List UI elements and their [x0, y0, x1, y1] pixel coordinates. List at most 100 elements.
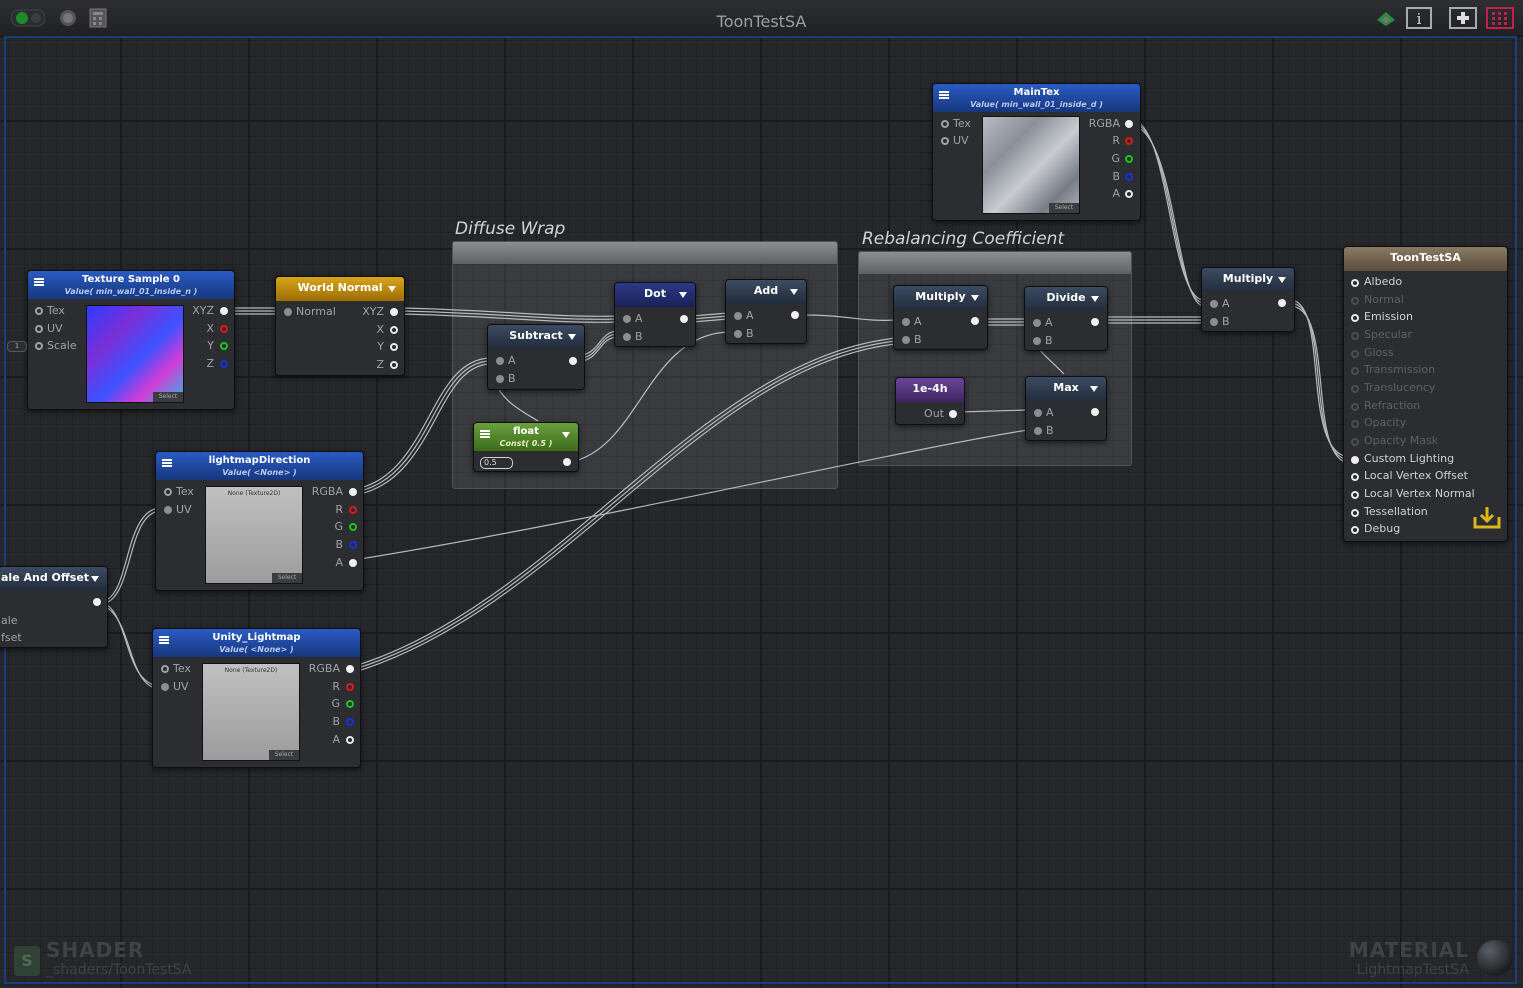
- output-port-dot[interactable]: [1125, 190, 1133, 198]
- node-header[interactable]: Add: [726, 280, 806, 304]
- output-port-dot[interactable]: [390, 361, 398, 369]
- node-const-1e-4h[interactable]: 1e-4h Out: [895, 377, 965, 425]
- node-header[interactable]: Max: [1026, 377, 1106, 401]
- node-header[interactable]: lightmapDirection Value( <None> ): [156, 452, 363, 480]
- input-port-dot[interactable]: [623, 333, 631, 341]
- node-max[interactable]: Max A B: [1025, 376, 1107, 441]
- node-header[interactable]: Unity_Lightmap Value( <None> ): [153, 629, 360, 657]
- node-dot[interactable]: Dot A B: [614, 282, 696, 347]
- output-port-dot[interactable]: [791, 311, 799, 319]
- input-port-dot[interactable]: [1034, 427, 1042, 435]
- input-port-dot[interactable]: [496, 375, 504, 383]
- input-port-dot[interactable]: [1351, 473, 1359, 481]
- node-header[interactable]: Divide: [1025, 287, 1107, 311]
- output-port-dot[interactable]: [220, 360, 228, 368]
- select-button[interactable]: Select: [269, 750, 299, 760]
- texture-thumbnail[interactable]: Select: [86, 305, 184, 403]
- output-port-dot[interactable]: [1278, 299, 1286, 307]
- input-port-dot[interactable]: [941, 137, 949, 145]
- node-header[interactable]: MainTex Value( min_wall_01_inside_d ): [933, 84, 1140, 112]
- output-port-dot[interactable]: [390, 308, 398, 316]
- input-port-dot[interactable]: [284, 308, 292, 316]
- input-port-dot[interactable]: [161, 683, 169, 691]
- input-port-dot[interactable]: [1351, 456, 1359, 464]
- input-port-dot[interactable]: [623, 315, 631, 323]
- share-icon[interactable]: [1374, 8, 1398, 28]
- download-icon[interactable]: [1473, 505, 1501, 529]
- input-port-dot[interactable]: [35, 307, 43, 315]
- input-port-dot[interactable]: [35, 325, 43, 333]
- node-header[interactable]: Multiply: [894, 286, 987, 310]
- select-button[interactable]: Select: [1049, 203, 1079, 213]
- input-port-dot[interactable]: [1033, 337, 1041, 345]
- output-port-dot[interactable]: [390, 326, 398, 334]
- input-port-dot[interactable]: [1351, 438, 1359, 446]
- node-header[interactable]: ale And Offset: [0, 567, 107, 591]
- input-port-dot[interactable]: [161, 665, 169, 673]
- output-port-dot[interactable]: [1091, 408, 1099, 416]
- input-port-dot[interactable]: [1351, 526, 1359, 534]
- output-port-dot[interactable]: [346, 718, 354, 726]
- input-port-dot[interactable]: [1351, 279, 1359, 287]
- output-port-dot[interactable]: [390, 343, 398, 351]
- output-port-dot[interactable]: [971, 317, 979, 325]
- node-multiply-final[interactable]: Multiply A B: [1201, 267, 1295, 332]
- output-port-dot[interactable]: [1125, 120, 1133, 128]
- grid-icon[interactable]: [1486, 7, 1514, 29]
- node-header[interactable]: Subtract: [488, 325, 584, 349]
- node-header[interactable]: 1e-4h: [896, 378, 964, 402]
- input-port-dot[interactable]: [734, 312, 742, 320]
- input-port-dot[interactable]: [1351, 350, 1359, 358]
- output-port-dot[interactable]: [220, 307, 228, 315]
- input-port-dot[interactable]: [902, 318, 910, 326]
- output-port-dot[interactable]: [1125, 155, 1133, 163]
- input-port-dot[interactable]: [496, 357, 504, 365]
- node-header[interactable]: Dot: [615, 283, 695, 307]
- input-port-dot[interactable]: [941, 120, 949, 128]
- node-scale-and-offset[interactable]: ale And Offset ale fset: [0, 566, 108, 648]
- input-port-dot[interactable]: [1351, 509, 1359, 517]
- scale-value-field[interactable]: 1: [7, 341, 27, 352]
- info-icon[interactable]: i: [1406, 7, 1432, 29]
- input-port-dot[interactable]: [1351, 297, 1359, 305]
- node-world-normal[interactable]: World Normal Normal XYZ X Y Z: [275, 276, 405, 376]
- node-header[interactable]: World Normal: [276, 277, 404, 301]
- input-port-dot[interactable]: [1351, 367, 1359, 375]
- output-port-dot[interactable]: [349, 488, 357, 496]
- output-port-dot[interactable]: [220, 342, 228, 350]
- material-preview-sphere-icon[interactable]: [1477, 940, 1513, 976]
- output-port-dot[interactable]: [349, 559, 357, 567]
- output-port-dot[interactable]: [680, 315, 688, 323]
- node-divide[interactable]: Divide A B: [1024, 286, 1108, 351]
- input-port-dot[interactable]: [1351, 385, 1359, 393]
- node-output-master[interactable]: ToonTestSA Albedo Normal Emission Specul…: [1343, 246, 1508, 542]
- node-maintex[interactable]: MainTex Value( min_wall_01_inside_d ) Tex…: [932, 83, 1141, 221]
- input-port-dot[interactable]: [902, 336, 910, 344]
- select-button[interactable]: Select: [272, 573, 302, 583]
- select-button[interactable]: Select: [153, 392, 183, 402]
- output-port-dot[interactable]: [346, 665, 354, 673]
- node-header[interactable]: ToonTestSA: [1344, 247, 1507, 271]
- output-port-dot[interactable]: [346, 736, 354, 744]
- node-float-const[interactable]: float Const( 0.5 ) 0.5: [473, 422, 579, 472]
- input-port-dot[interactable]: [1210, 300, 1218, 308]
- output-port-dot[interactable]: [349, 506, 357, 514]
- input-port-dot[interactable]: [1034, 409, 1042, 417]
- input-port-dot[interactable]: [35, 342, 43, 350]
- output-port-dot[interactable]: [349, 541, 357, 549]
- input-port-dot[interactable]: [1351, 420, 1359, 428]
- input-port-dot[interactable]: [1351, 332, 1359, 340]
- output-port-dot[interactable]: [1125, 173, 1133, 181]
- input-port-dot[interactable]: [1351, 314, 1359, 322]
- node-unity-lightmap[interactable]: Unity_Lightmap Value( <None> ) Tex UV Non…: [152, 628, 361, 768]
- float-value-field[interactable]: 0.5: [480, 457, 513, 469]
- node-texture-sample-0[interactable]: Texture Sample 0 Value( min_wall_01_insid…: [27, 270, 235, 410]
- input-port-dot[interactable]: [164, 488, 172, 496]
- add-node-icon[interactable]: [1449, 7, 1477, 29]
- output-port-dot[interactable]: [346, 683, 354, 691]
- input-port-dot[interactable]: [1351, 491, 1359, 499]
- node-lightmap-direction[interactable]: lightmapDirection Value( <None> ) Tex UV …: [155, 451, 364, 591]
- input-port-dot[interactable]: [1210, 318, 1218, 326]
- node-header[interactable]: float Const( 0.5 ): [474, 423, 578, 451]
- node-add[interactable]: Add A B: [725, 279, 807, 344]
